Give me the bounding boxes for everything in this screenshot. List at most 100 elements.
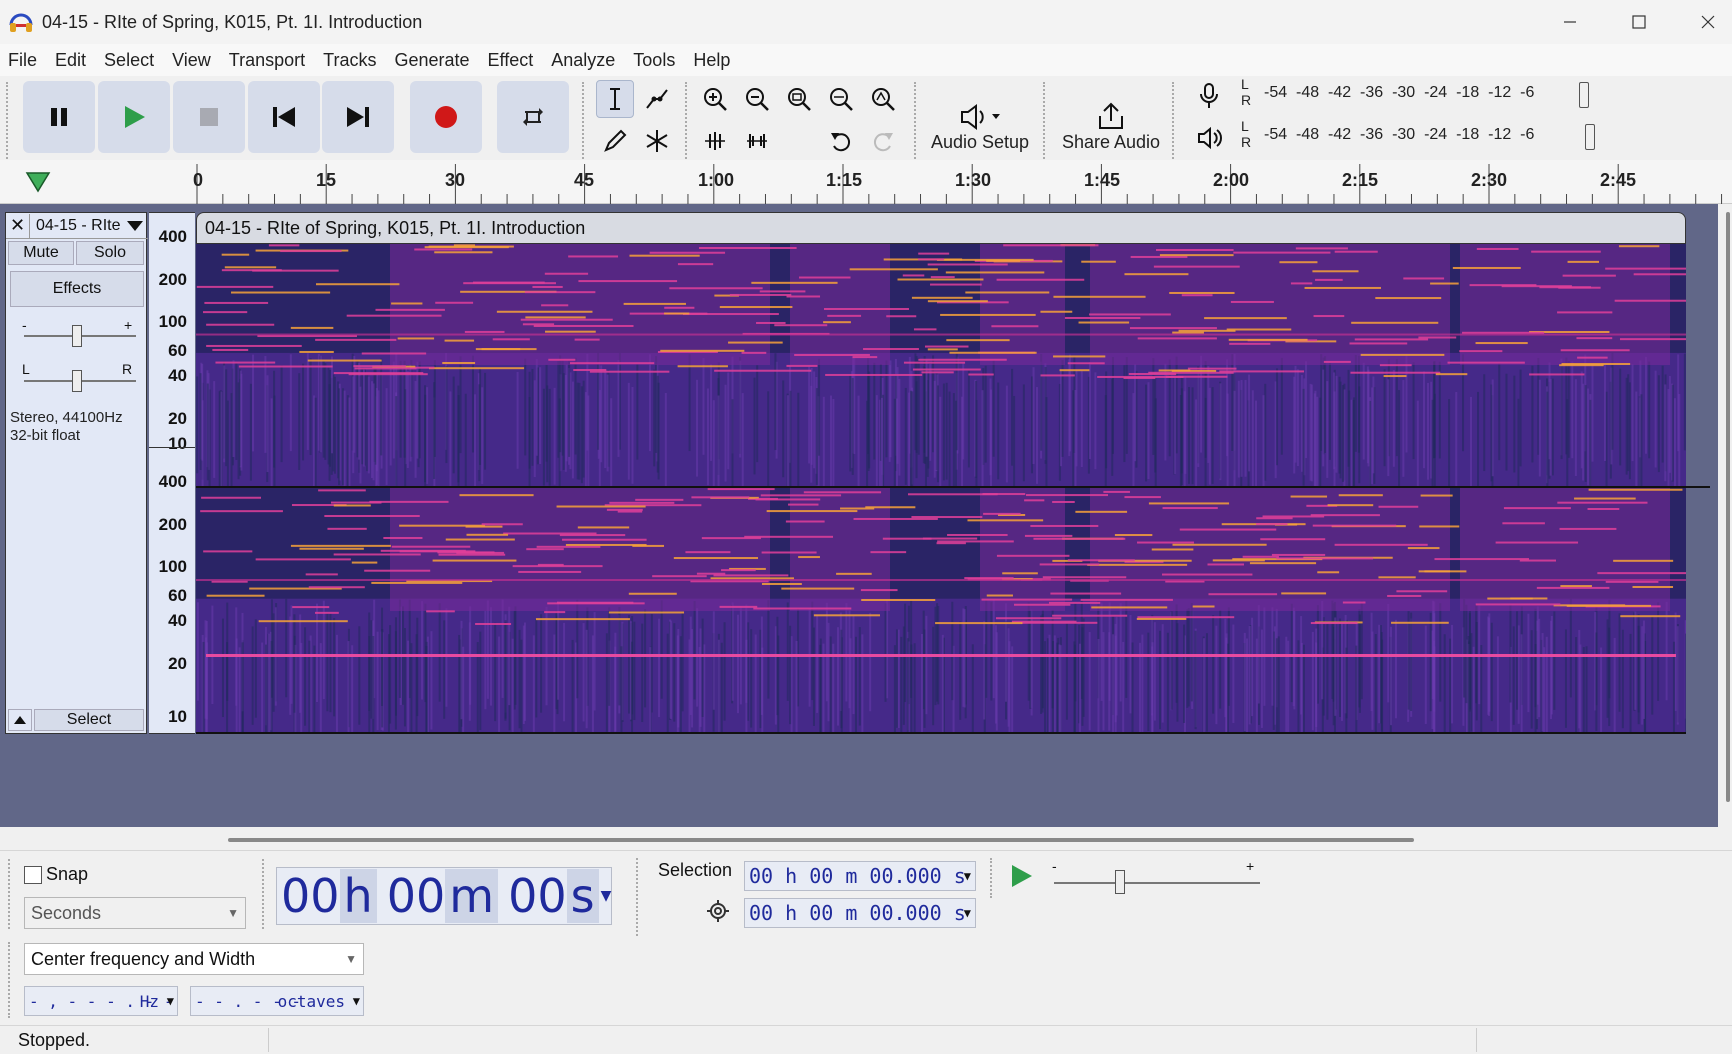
chevron-down-icon[interactable]: ▼ [167,994,174,1008]
zoom-out-icon [746,88,769,111]
toolbar-grip[interactable] [914,82,920,166]
record-button[interactable] [410,81,482,153]
fit-project-button[interactable] [822,80,860,118]
multi-tool[interactable] [638,122,676,160]
clip-header[interactable]: 04-15 - RIte of Spring, K015, Pt. 1I. In… [196,212,1686,244]
toolbar-grip[interactable] [582,82,588,166]
pan-slider-thumb[interactable] [72,370,82,392]
mute-button[interactable]: Mute [8,241,74,265]
record-meter[interactable]: L R -54 -48 -42 -36 -30 -24 -18 -12 -6 [1186,76,1606,112]
menu-file[interactable]: File [0,50,47,71]
silence-audio-button[interactable] [738,122,776,160]
speed-slider-thumb[interactable] [1115,870,1125,894]
draw-tool[interactable] [596,122,634,160]
spectrogram-image [196,244,1686,486]
toolbar-grip[interactable] [8,859,14,929]
menu-transport[interactable]: Transport [221,50,315,71]
play-at-speed-icon[interactable] [1008,862,1036,890]
chevron-down-icon[interactable]: ▼ [964,869,971,883]
gain-slider-thumb[interactable] [72,325,82,347]
solo-button[interactable]: Solo [76,241,144,265]
track-name-menu[interactable]: 04-15 - RIte [30,217,126,235]
vertical-scrollbar[interactable] [1726,212,1730,802]
spectral-mode-dropdown[interactable]: Center frequency and Width ▼ [24,943,364,975]
bandwidth-field[interactable]: - - . - - - octaves ▼ [190,986,364,1016]
menu-effect[interactable]: Effect [480,50,544,71]
minimize-icon[interactable] [1535,0,1605,44]
toolbar-grip[interactable] [636,858,642,936]
scale-label: 200 [158,515,187,534]
envelope-tool[interactable] [638,80,676,118]
pause-button[interactable] [23,81,95,153]
maximize-icon[interactable] [1604,0,1674,44]
loop-button[interactable] [497,81,569,153]
gear-icon[interactable] [706,899,730,923]
zoom-in-button[interactable] [696,80,734,118]
playback-speed-slider[interactable] [1054,882,1260,884]
skip-start-button[interactable] [248,81,320,153]
window-title: 04-15 - RIte of Spring, K015, Pt. 1I. In… [42,11,423,32]
track-control-panel[interactable]: ✕ 04-15 - RIte Mute Solo Effects - + L R… [5,212,148,734]
toolbar-grip[interactable] [6,82,12,166]
toolbar-grip[interactable] [262,859,268,929]
menu-tools[interactable]: Tools [625,50,685,71]
toolbar-grip[interactable] [990,858,996,898]
trim-audio-button[interactable] [696,122,734,160]
status-divider [1476,1028,1477,1052]
horizontal-scrollbar[interactable] [228,838,1414,842]
frequency-field[interactable]: - , - - - . - - Hz ▼ [24,986,178,1016]
track-area[interactable]: ✕ 04-15 - RIte Mute Solo Effects - + L R… [0,204,1718,827]
playback-meter[interactable]: L R -54 -48 -42 -36 -30 -24 -18 -12 -6 [1186,118,1606,154]
stop-button[interactable] [173,81,245,153]
chevron-down-icon[interactable]: ▼ [353,994,360,1008]
close-icon[interactable] [1673,0,1732,44]
zoom-toggle-button[interactable] [864,80,902,118]
spectrogram-left[interactable] [196,244,1686,486]
selection-tool[interactable] [596,80,634,118]
time-format-dropdown-icon[interactable]: ▼ [601,888,612,904]
chevron-down-icon[interactable]: ▼ [964,906,971,920]
meter-slider-thumb[interactable] [1579,82,1589,108]
close-track-icon[interactable]: ✕ [6,213,30,238]
fit-selection-button[interactable] [780,80,818,118]
menu-edit[interactable]: Edit [47,50,96,71]
pan-right-label: R [122,361,133,377]
chevron-down-icon[interactable] [126,220,144,232]
effects-button[interactable]: Effects [10,271,144,307]
vertical-scale[interactable]: 400 200 100 60 40 20 10 400 200 100 60 4… [149,212,195,734]
time-display[interactable]: 00 h 00 m 00 s ▼ [276,867,612,925]
snap-checkbox[interactable] [24,866,42,884]
time-seconds: 00 [508,869,567,923]
collapse-track-button[interactable] [8,709,32,731]
menu-analyze[interactable]: Analyze [543,50,625,71]
pan-left-label: L [22,361,30,377]
select-track-button[interactable]: Select [34,709,144,731]
menu-view[interactable]: View [164,50,221,71]
zoom-out-button[interactable] [738,80,776,118]
menu-help[interactable]: Help [685,50,740,71]
meter-slider-thumb[interactable] [1585,124,1595,150]
skip-end-button[interactable] [322,81,394,153]
toolbar-grip[interactable] [685,82,691,166]
audio-setup-button[interactable]: Audio Setup [925,81,1035,159]
menu-select[interactable]: Select [96,50,164,71]
selection-end-field[interactable]: 00 h 00 m 00.000 s ▼ [744,898,976,928]
frequency-unit: Hz [139,991,159,1011]
track-name-row: ✕ 04-15 - RIte [6,213,148,239]
menu-tracks[interactable]: Tracks [315,50,386,71]
toolbar-grip[interactable] [1172,82,1178,166]
play-button[interactable] [98,81,170,153]
share-audio-button[interactable]: Share Audio [1056,81,1166,159]
redo-button[interactable] [864,122,902,160]
spectrogram-right[interactable] [196,488,1686,734]
undo-button[interactable] [822,122,860,160]
timeline-ruler[interactable]: 0 15 30 45 1:00 1:15 1:30 1:45 2:00 2:15… [0,160,1732,204]
menu-generate[interactable]: Generate [386,50,479,71]
scale-label: 100 [158,312,187,331]
toolbar-grip[interactable] [1043,82,1049,166]
snap-unit-dropdown[interactable]: Seconds ▼ [24,897,246,929]
toolbar-grip[interactable] [8,942,14,1018]
skip-start-icon [273,107,295,127]
selection-start-field[interactable]: 00 h 00 m 00.000 s ▼ [744,861,976,891]
scale-label: 100 [158,557,187,576]
